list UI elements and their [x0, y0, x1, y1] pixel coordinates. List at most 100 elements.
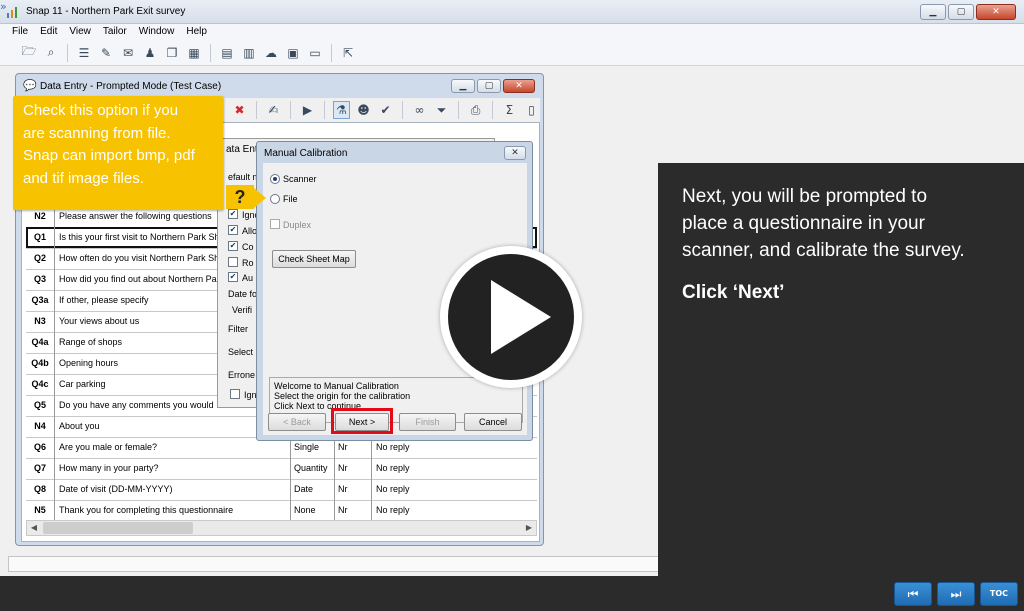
- user-icon[interactable]: ♟: [141, 44, 159, 62]
- copy-icon[interactable]: ❐: [163, 44, 181, 62]
- question-type: Quantity: [294, 463, 328, 473]
- next-slide-button[interactable]: ⏭: [937, 582, 975, 606]
- data-entry-titlebar: 💬 Data Entry - Prompted Mode (Test Case)…: [16, 74, 543, 98]
- cancel-button[interactable]: Cancel: [464, 413, 522, 431]
- verify-label: Verifi: [232, 305, 253, 315]
- find-icon[interactable]: ⌕: [42, 44, 60, 62]
- narration-cta: Click ‘Next’: [682, 282, 785, 303]
- main-toolbar: 🗁 ⌕ ☰ ✎ ✉ ♟ ❐ ▦ ▤ ▥ ☁ ▣ ▭ ⇱: [0, 40, 1024, 66]
- document-icon[interactable]: ▯: [523, 101, 540, 119]
- ro-label: Ro: [242, 258, 254, 268]
- question-nr: Nr: [338, 463, 348, 473]
- delete-icon[interactable]: ✖: [231, 101, 248, 119]
- menu-help[interactable]: Help: [180, 24, 213, 40]
- calibration-close-button[interactable]: ✕: [504, 146, 526, 160]
- questions-icon[interactable]: ☰: [75, 44, 93, 62]
- narration-line: place a questionnaire in your: [682, 213, 925, 234]
- tooltip-pointer: [254, 188, 266, 208]
- allow-checkbox[interactable]: ✔: [228, 225, 238, 235]
- menu-edit[interactable]: Edit: [34, 24, 63, 40]
- monitor-icon[interactable]: ▭: [306, 44, 324, 62]
- ignore-erroneous-checkbox[interactable]: [230, 389, 240, 399]
- minimize-button[interactable]: ▁: [920, 4, 946, 20]
- open-folder-icon[interactable]: 🗁: [20, 44, 38, 62]
- play-small-icon[interactable]: ▶: [299, 101, 316, 119]
- menu-window[interactable]: Window: [133, 24, 181, 40]
- sum-icon[interactable]: Σ: [501, 101, 518, 119]
- question-reply: No reply: [376, 484, 410, 494]
- glasses-icon[interactable]: ∞: [411, 101, 428, 119]
- toolbar-separator: [67, 43, 68, 62]
- filter-icon[interactable]: ⏷: [433, 101, 450, 119]
- tooltip-line: Snap can import bmp, pdf: [23, 147, 195, 164]
- toolbar-separator: [289, 101, 291, 119]
- back-button[interactable]: < Back: [268, 413, 326, 431]
- question-nr: Nr: [338, 505, 348, 515]
- toolbar-separator: [323, 101, 325, 119]
- cloud-icon[interactable]: ☁: [262, 44, 280, 62]
- smiley-icon[interactable]: ☻: [355, 101, 372, 119]
- maximize-button[interactable]: ▢: [948, 4, 974, 20]
- question-type: Date: [294, 484, 314, 494]
- check-sheet-map-button[interactable]: Check Sheet Map: [272, 250, 356, 268]
- file-label: File: [283, 194, 298, 204]
- chart-icon[interactable]: ▥: [240, 44, 258, 62]
- de-minimize-button[interactable]: ▁: [451, 79, 475, 93]
- tooltip-line: Check this option if you: [23, 102, 179, 119]
- question-text: Thank you for completing this questionna…: [59, 505, 234, 515]
- scroll-right-icon[interactable]: ▶: [522, 521, 536, 535]
- tooltip-question-mark: ?: [226, 185, 254, 209]
- grid-icon[interactable]: ▦: [185, 44, 203, 62]
- file-radio[interactable]: [270, 194, 280, 204]
- previous-slide-button[interactable]: ⏮: [894, 582, 932, 606]
- close-button[interactable]: ✕: [976, 4, 1016, 20]
- edit-icon[interactable]: ✎: [97, 44, 115, 62]
- scroll-thumb[interactable]: [43, 522, 193, 534]
- scroll-left-icon[interactable]: ◀: [27, 521, 41, 535]
- play-button[interactable]: [440, 246, 582, 388]
- menu-tailor[interactable]: Tailor: [97, 24, 133, 40]
- scanner-radio[interactable]: [270, 174, 280, 184]
- menu-file[interactable]: File: [6, 24, 34, 40]
- export-icon[interactable]: ⇱: [339, 44, 357, 62]
- ro-checkbox[interactable]: [228, 257, 238, 267]
- question-id: Q3: [26, 269, 55, 290]
- table-row[interactable]: Q8 Date of visit (DD-MM-YYYY) Date Nr No rep…: [26, 479, 537, 500]
- toolbar-separator: [210, 43, 211, 62]
- pen-icon[interactable]: ✍: [265, 101, 282, 119]
- table-icon[interactable]: ▤: [218, 44, 236, 62]
- duplex-label: Duplex: [283, 220, 312, 230]
- question-id: Q6: [26, 437, 55, 458]
- question-id: N5: [26, 500, 55, 521]
- ignore-checkbox[interactable]: ✔: [228, 209, 238, 219]
- check-abc-icon[interactable]: ✔: [377, 101, 394, 119]
- finish-button[interactable]: Finish: [399, 413, 456, 431]
- horizontal-scrollbar[interactable]: ◀ ▶: [26, 520, 537, 536]
- notes-icon[interactable]: ✉: [119, 44, 137, 62]
- duplex-checkbox[interactable]: [270, 219, 280, 229]
- narration-line: Next, you will be prompted to: [682, 186, 928, 207]
- de-maximize-button[interactable]: ▢: [477, 79, 501, 93]
- question-type: None: [294, 505, 316, 515]
- print-icon[interactable]: ⎙: [467, 101, 484, 119]
- column-divider: [371, 437, 372, 521]
- auto-checkbox[interactable]: ✔: [228, 272, 238, 282]
- scan-icon[interactable]: ⚗: [332, 101, 351, 119]
- tooltip-line: are scanning from file.: [23, 124, 171, 142]
- select-label: Select: [228, 347, 254, 357]
- table-row[interactable]: Q7 How many in your party? Quantity Nr No re…: [26, 458, 537, 479]
- tutorial-tooltip: Check this option if you are scanning fr…: [13, 96, 223, 210]
- toc-button[interactable]: TOC: [980, 582, 1018, 606]
- app-titlebar: » Snap 11 - Northern Park Exit survey ▁ …: [0, 0, 1024, 24]
- co-checkbox[interactable]: ✔: [228, 241, 238, 251]
- toolbar-separator: [458, 101, 459, 119]
- de-close-button[interactable]: ✕: [503, 79, 535, 93]
- question-id: Q4a: [26, 332, 55, 353]
- report-icon[interactable]: ▣: [284, 44, 302, 62]
- table-row[interactable]: N5 Thank you for completing this question…: [26, 500, 537, 521]
- player-bar: ⏮ ⏭ TOC: [0, 576, 1024, 611]
- question-id: Q1: [26, 227, 55, 248]
- data-entry-title: Data Entry - Prompted Mode (Test Case): [40, 81, 222, 92]
- question-id: N3: [26, 311, 55, 332]
- menu-view[interactable]: View: [63, 24, 97, 40]
